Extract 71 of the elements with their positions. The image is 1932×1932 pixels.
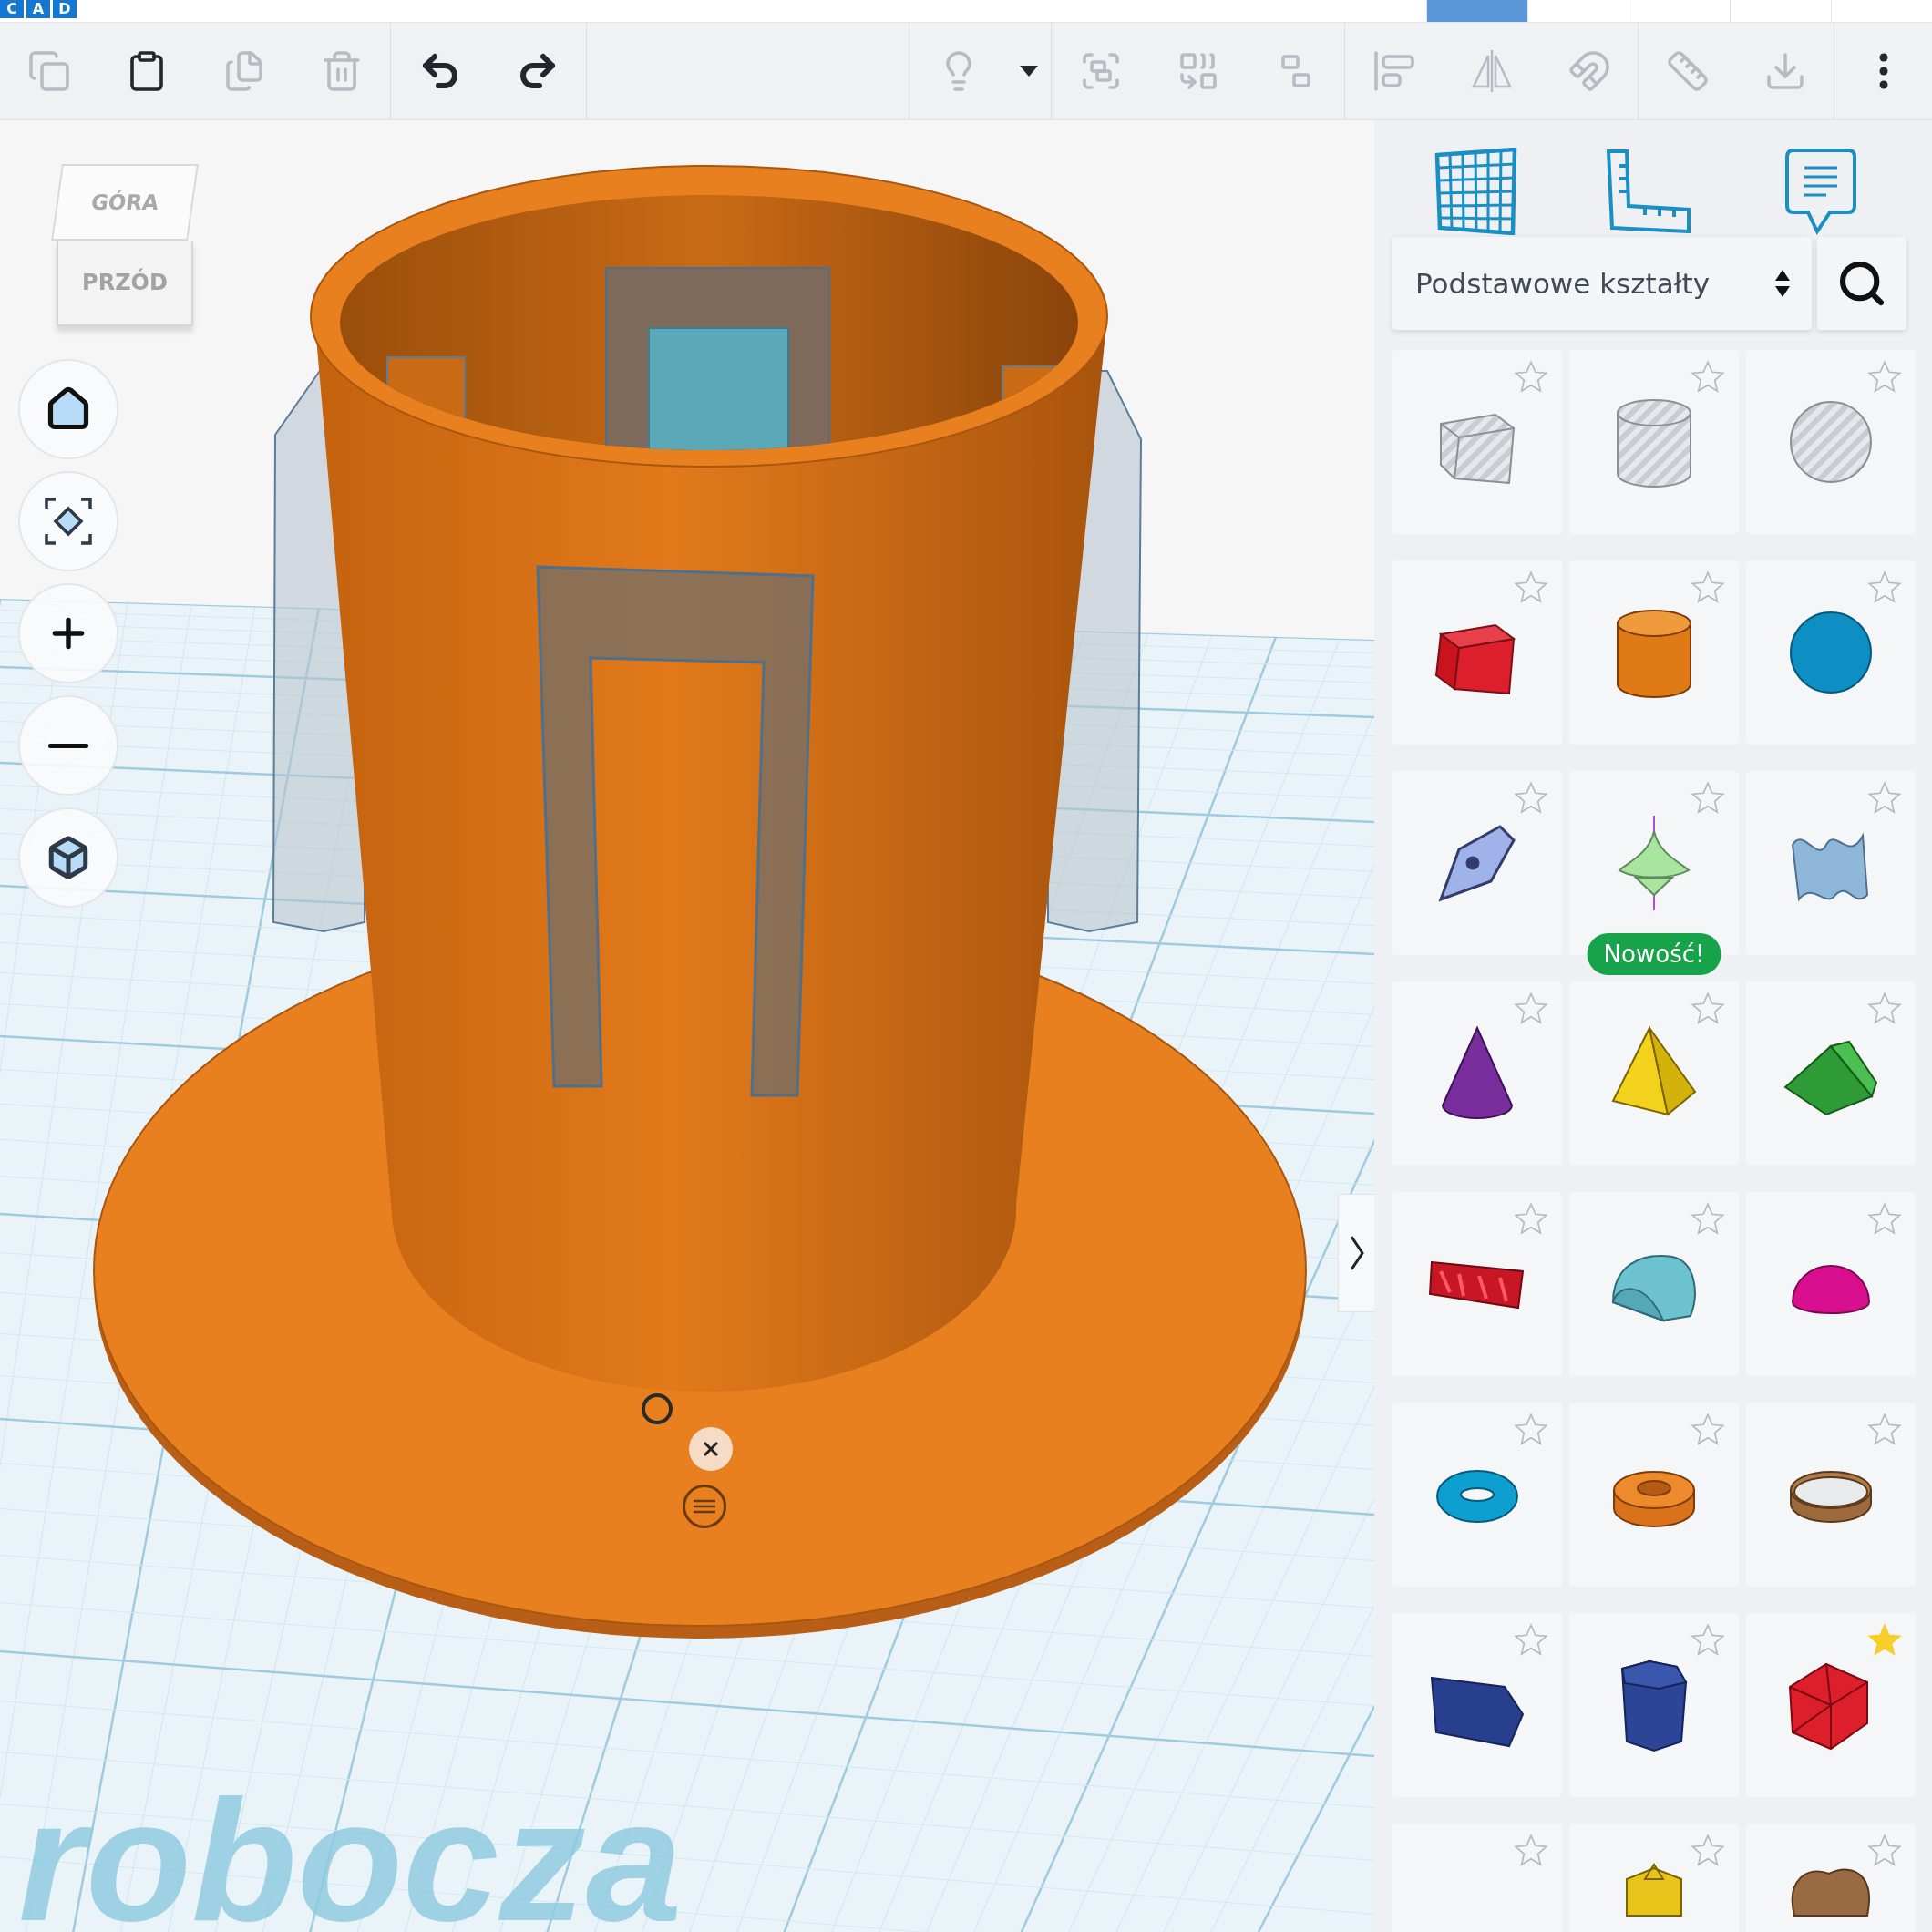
- favorite-star-icon[interactable]: [1866, 1412, 1903, 1448]
- copy-icon: [26, 49, 71, 93]
- minus-icon: [48, 743, 88, 748]
- favorite-star-icon[interactable]: [1866, 1201, 1903, 1238]
- shape-tile[interactable]: [1392, 1192, 1562, 1376]
- ruler-icon: [1665, 49, 1710, 93]
- favorite-star-icon[interactable]: [1513, 1201, 1549, 1238]
- favorite-star-icon[interactable]: [1866, 780, 1903, 817]
- shape-tile[interactable]: [1746, 560, 1916, 745]
- favorite-star-icon[interactable]: [1690, 1201, 1726, 1238]
- cube-top-face[interactable]: GÓRA: [51, 164, 199, 241]
- speech-bubble-icon: [1784, 148, 1857, 235]
- shape-tile[interactable]: [1746, 1192, 1916, 1376]
- active-tab[interactable]: [1426, 0, 1527, 22]
- shape-tile[interactable]: [1392, 1403, 1562, 1587]
- favorite-star-icon[interactable]: [1690, 780, 1726, 817]
- shape-tile[interactable]: [1569, 981, 1739, 1166]
- collapse-panel-button[interactable]: [1338, 1194, 1374, 1312]
- grid-icon: [1434, 148, 1518, 235]
- fit-view-icon: [43, 496, 94, 547]
- shape-tile[interactable]: [1569, 1192, 1739, 1376]
- align-icon: [1372, 49, 1416, 93]
- shape-tile[interactable]: [1569, 560, 1739, 745]
- close-icon: [703, 1441, 719, 1457]
- shape-tile[interactable]: [1746, 1403, 1916, 1587]
- shape-tile[interactable]: [1569, 1403, 1739, 1587]
- chevron-icon: [1348, 1235, 1365, 1271]
- favorite-star-icon[interactable]: [1513, 780, 1549, 817]
- shape-tile[interactable]: [1746, 981, 1916, 1166]
- shape-tile[interactable]: [1746, 1613, 1916, 1797]
- search-button[interactable]: [1817, 237, 1906, 330]
- shape-tile[interactable]: [1392, 1613, 1562, 1797]
- new-badge: Nowość!: [1587, 933, 1721, 975]
- category-dropdown[interactable]: Podstawowe kształty: [1392, 237, 1812, 330]
- favorite-star-icon[interactable]: [1866, 359, 1903, 396]
- favorite-star-icon[interactable]: [1513, 1622, 1549, 1659]
- favorite-star-icon[interactable]: [1866, 570, 1903, 606]
- favorite-star-icon[interactable]: [1866, 1833, 1903, 1869]
- favorite-star-icon[interactable]: [1866, 991, 1903, 1027]
- logo-letter: D: [53, 0, 77, 18]
- favorite-star-icon[interactable]: [1866, 1622, 1903, 1659]
- favorite-star-icon[interactable]: [1690, 991, 1726, 1027]
- logo-letter: A: [26, 0, 50, 18]
- favorite-star-icon[interactable]: [1513, 1412, 1549, 1448]
- more-icon: [1878, 53, 1888, 89]
- shape-tile[interactable]: [1392, 350, 1562, 534]
- favorite-star-icon[interactable]: [1690, 570, 1726, 606]
- logo-letter: C: [0, 0, 24, 18]
- shape-tile[interactable]: [1746, 771, 1916, 955]
- shape-tile[interactable]: [1392, 981, 1562, 1166]
- sort-arrows-icon: [1773, 268, 1792, 299]
- menu-icon: [693, 1499, 716, 1514]
- shape-tile[interactable]: [1569, 1613, 1739, 1797]
- favorite-star-icon[interactable]: [1513, 570, 1549, 606]
- favorite-star-icon[interactable]: [1690, 359, 1726, 396]
- favorite-star-icon[interactable]: [1513, 1833, 1549, 1869]
- menu-handle[interactable]: [683, 1485, 726, 1528]
- ruler-icon: [1607, 149, 1690, 233]
- rotate-handle[interactable]: [642, 1393, 673, 1424]
- shape-tile[interactable]: [1569, 350, 1739, 534]
- favorite-star-icon[interactable]: [1513, 991, 1549, 1027]
- shape-tile[interactable]: [1392, 560, 1562, 745]
- favorite-star-icon[interactable]: [1690, 1622, 1726, 1659]
- favorite-star-icon[interactable]: [1690, 1412, 1726, 1448]
- caret-icon: [1019, 65, 1039, 77]
- cube-front-face[interactable]: PRZÓD: [57, 241, 193, 326]
- favorite-star-icon[interactable]: [1690, 1833, 1726, 1869]
- shape-tile[interactable]: [1746, 350, 1916, 534]
- magnet-icon: [1567, 49, 1611, 93]
- shape-tile[interactable]: [1392, 771, 1562, 955]
- favorite-star-icon[interactable]: [1513, 359, 1549, 396]
